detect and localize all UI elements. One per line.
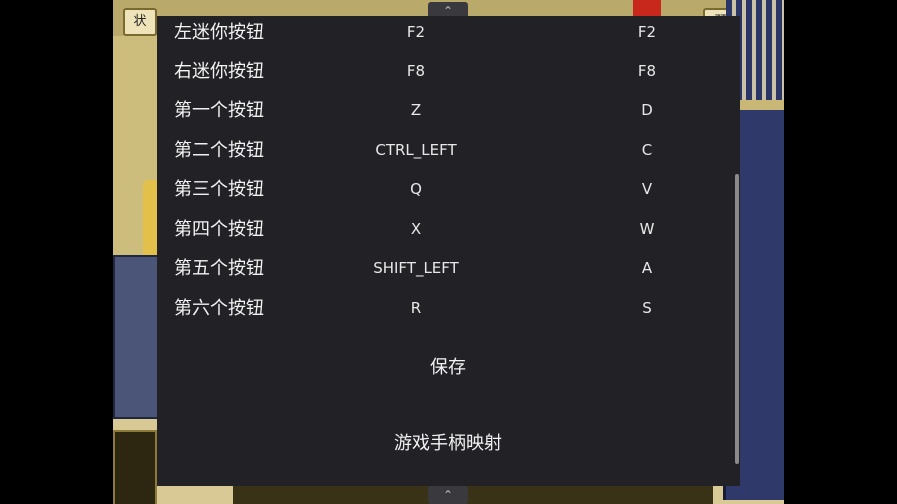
mapping-row[interactable]: 第三个按钮 Q V [157,170,740,209]
mapping-row[interactable]: 第五个按钮 SHIFT_LEFT A [157,249,740,288]
primary-key-value[interactable]: SHIFT_LEFT [336,249,496,288]
chevron-up-icon: ⌃ [442,488,454,502]
cabinet-left [113,255,159,419]
primary-key-value[interactable]: Q [336,170,496,209]
mapping-row[interactable]: 左迷你按钮 F2 F2 [157,13,740,52]
status-tab: 状 [123,8,157,36]
mapping-row[interactable]: 右迷你按钮 F8 F8 [157,52,740,91]
mapping-row[interactable]: 第四个按钮 X W [157,210,740,249]
primary-key-value[interactable]: F2 [336,13,496,52]
secondary-key-value[interactable]: D [617,91,677,130]
save-button[interactable]: 保存 [348,348,548,388]
ornament-corner [113,430,157,504]
dialog-scrollbar[interactable] [735,174,739,464]
primary-key-value[interactable]: F8 [336,52,496,91]
function-label: 第五个按钮 [174,258,264,279]
mapping-row[interactable]: 第六个按钮 R S [157,289,740,328]
function-label: 第二个按钮 [174,140,264,161]
function-label: 第六个按钮 [174,298,264,319]
function-label: 第三个按钮 [174,179,264,200]
secondary-key-value[interactable]: V [617,170,677,209]
secondary-key-value[interactable]: F2 [617,13,677,52]
function-label: 左迷你按钮 [174,22,264,43]
secondary-key-value[interactable]: S [617,289,677,328]
function-label: 第四个按钮 [174,219,264,240]
primary-key-value[interactable]: Z [336,91,496,130]
gamepad-mapping-button[interactable]: 游戏手柄映射 [298,424,598,464]
bottom-handle[interactable]: ⌃ [428,486,468,504]
function-label: 第一个按钮 [174,100,264,121]
mapping-row[interactable]: 第一个按钮 Z D [157,91,740,130]
secondary-key-value[interactable]: F8 [617,52,677,91]
key-mapping-dialog: 左迷你按钮 F2 F2 右迷你按钮 F8 F8 第一个按钮 Z D 第二个按钮 CTRL_LEFT C… [157,16,740,486]
secondary-key-value[interactable]: W [617,210,677,249]
primary-key-value[interactable]: R [336,289,496,328]
primary-key-value[interactable]: X [336,210,496,249]
primary-key-value[interactable]: CTRL_LEFT [336,131,496,170]
secondary-key-value[interactable]: C [617,131,677,170]
secondary-key-value[interactable]: A [617,249,677,288]
mapping-row[interactable]: 第二个按钮 CTRL_LEFT C [157,131,740,170]
function-label: 右迷你按钮 [174,61,264,82]
